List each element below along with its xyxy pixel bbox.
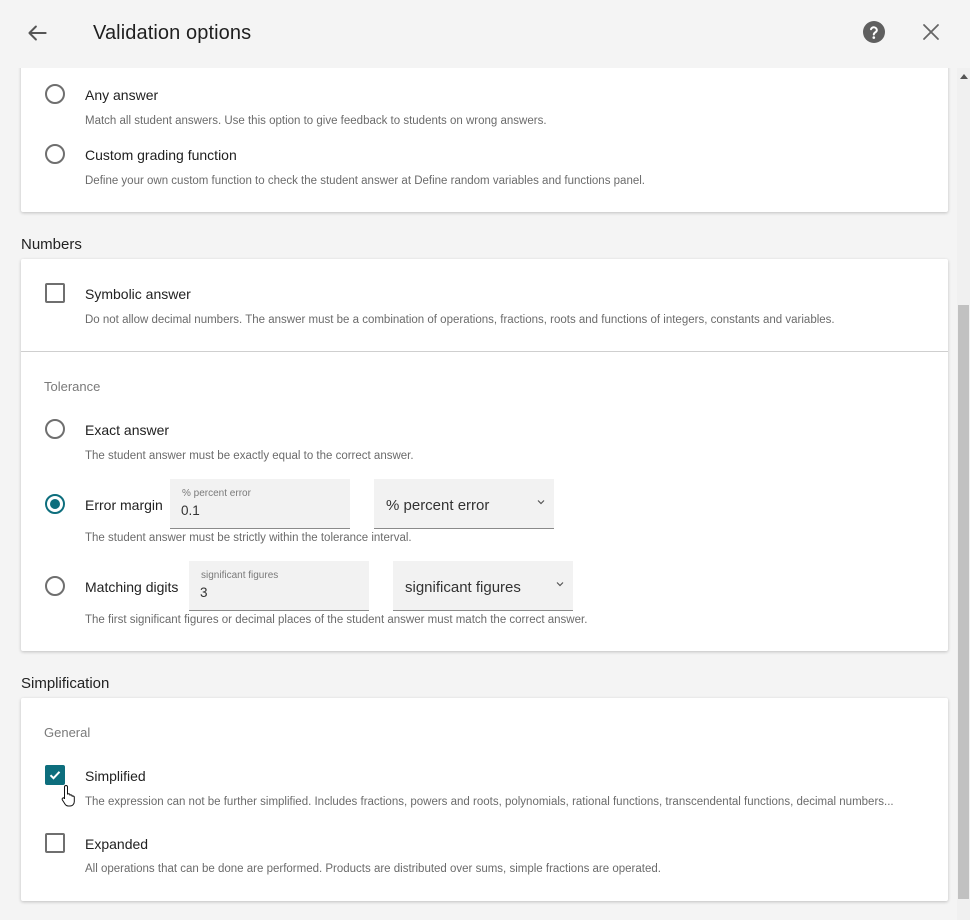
close-icon[interactable] <box>919 20 943 44</box>
custom-grading-radio[interactable] <box>45 144 65 164</box>
any-answer-radio[interactable] <box>45 84 65 104</box>
expanded-checkbox[interactable] <box>45 833 65 853</box>
dialog-title: Validation options <box>93 22 252 44</box>
matching-digits-label: Matching digits <box>85 579 179 595</box>
symbolic-answer-checkbox[interactable] <box>45 283 65 303</box>
scroll-up-arrow-icon[interactable] <box>960 73 968 79</box>
exact-answer-description: The student answer must be exactly equal… <box>85 450 414 462</box>
error-margin-field[interactable]: % percent error <box>170 479 350 529</box>
matching-digits-unit-select[interactable]: significant figures <box>393 561 573 611</box>
expanded-description: All operations that can be done are perf… <box>85 863 661 875</box>
error-margin-description: The student answer must be strictly with… <box>85 532 412 544</box>
custom-grading-description: Define your own custom function to check… <box>85 175 645 187</box>
matching-digits-unit-value: significant figures <box>405 579 521 596</box>
general-subheading: General <box>44 725 91 740</box>
numbers-section-title: Numbers <box>21 236 82 253</box>
back-arrow-icon[interactable] <box>24 20 50 46</box>
simplified-label: Simplified <box>85 768 146 784</box>
error-margin-unit-value: % percent error <box>386 497 490 514</box>
exact-answer-label: Exact answer <box>85 422 170 438</box>
any-answer-description: Match all student answers. Use this opti… <box>85 115 547 127</box>
error-margin-radio[interactable] <box>45 494 65 514</box>
tolerance-subheading: Tolerance <box>44 379 101 394</box>
dialog-header: Validation options <box>0 0 970 68</box>
exact-answer-radio[interactable] <box>45 419 65 439</box>
matching-digits-field-label: significant figures <box>201 570 279 581</box>
simplified-checkbox[interactable] <box>45 765 65 785</box>
hand-pointer-cursor-icon <box>61 784 75 807</box>
scrollbar-thumb[interactable] <box>958 305 969 899</box>
error-margin-field-label: % percent error <box>182 488 251 499</box>
error-margin-input[interactable] <box>181 503 331 518</box>
error-margin-label: Error margin <box>85 497 163 513</box>
numbers-divider <box>21 351 948 352</box>
matching-digits-description: The first significant figures or decimal… <box>85 614 588 626</box>
check-icon <box>49 771 61 780</box>
symbolic-answer-description: Do not allow decimal numbers. The answer… <box>85 314 835 326</box>
any-answer-label: Any answer <box>85 87 159 103</box>
error-margin-unit-select[interactable]: % percent error <box>374 479 554 529</box>
symbolic-answer-label: Symbolic answer <box>85 286 191 302</box>
chevron-down-icon <box>556 582 564 587</box>
matching-digits-input[interactable] <box>200 585 350 600</box>
custom-grading-label: Custom grading function <box>85 147 237 163</box>
expanded-label: Expanded <box>85 836 149 852</box>
vertical-scrollbar[interactable] <box>957 68 970 920</box>
simplified-description: The expression can not be further simpli… <box>85 796 894 808</box>
chevron-down-icon <box>537 500 545 505</box>
comparison-options-card <box>21 60 948 212</box>
help-icon[interactable] <box>862 20 886 44</box>
simplification-section-title: Simplification <box>21 675 110 692</box>
matching-digits-radio[interactable] <box>45 576 65 596</box>
matching-digits-field[interactable]: significant figures <box>189 561 369 611</box>
